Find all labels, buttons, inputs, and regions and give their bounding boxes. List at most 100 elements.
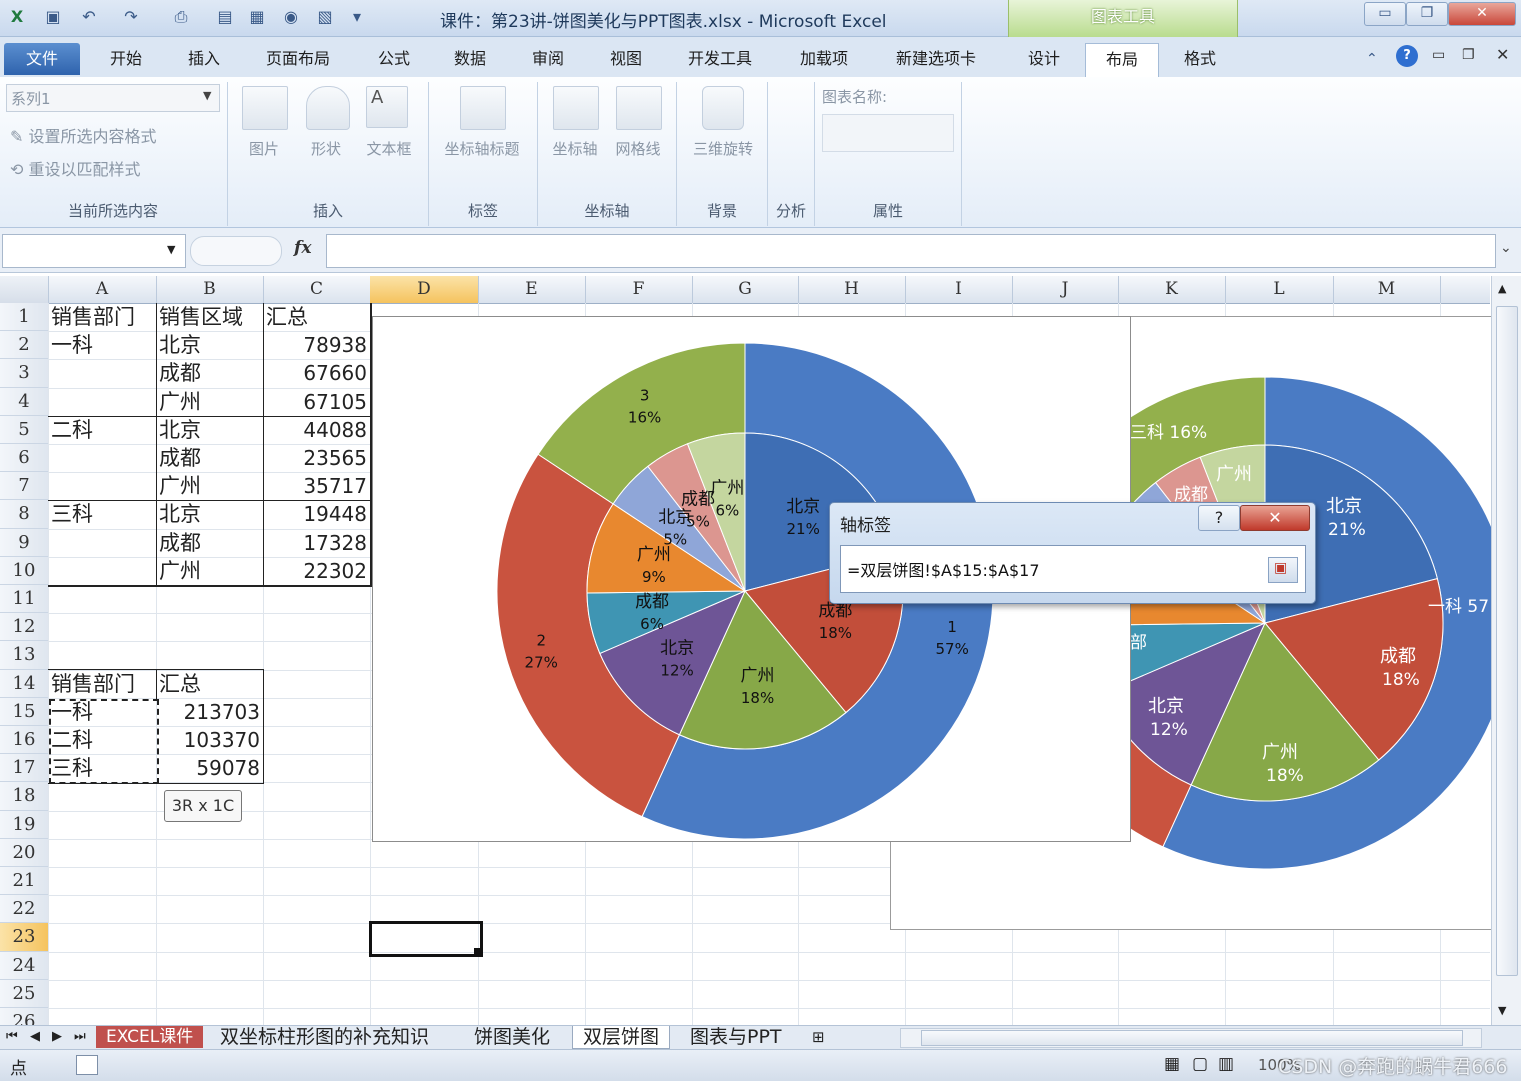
doc-minimize-icon[interactable]: ▭ xyxy=(1432,47,1445,63)
chart-name-input[interactable] xyxy=(822,114,954,152)
close-window-button[interactable]: ✕ xyxy=(1448,2,1516,26)
page-layout-view-icon[interactable]: ▢ xyxy=(1192,1054,1208,1074)
tab-new-tab[interactable]: 新建选项卡 xyxy=(884,43,988,75)
sheet-tab-chart-ppt[interactable]: 图表与PPT xyxy=(690,1026,782,1048)
maximize-button[interactable]: ❐ xyxy=(1406,2,1448,26)
row-header-5[interactable]: 5 xyxy=(0,415,48,444)
scroll-up-icon[interactable]: ▲ xyxy=(1498,282,1506,295)
row-header-21[interactable]: 21 xyxy=(0,867,48,896)
reset-style-button[interactable]: ⟲ 重设以匹配样式 xyxy=(10,156,141,180)
column-header-f[interactable]: F xyxy=(585,276,693,303)
3d-rotation-icon[interactable] xyxy=(702,86,744,130)
gridlines-icon[interactable] xyxy=(616,86,662,130)
normal-view-icon[interactable]: ▦ xyxy=(1164,1054,1180,1074)
row-header-11[interactable]: 11 xyxy=(0,585,48,614)
tab-developer[interactable]: 开发工具 xyxy=(676,43,764,75)
axes-icon[interactable] xyxy=(553,86,599,130)
fill-handle[interactable] xyxy=(474,948,480,954)
insert-sheet-icon[interactable]: ⊞ xyxy=(812,1026,825,1048)
sheet-nav-last-icon[interactable]: ⏭ xyxy=(74,1026,86,1048)
macro-record-icon[interactable] xyxy=(76,1055,98,1075)
axis-titles-icon[interactable] xyxy=(460,86,506,130)
column-header-g[interactable]: G xyxy=(692,276,799,303)
form-icon[interactable]: ▦ xyxy=(246,6,268,28)
customize-qat-icon[interactable]: ▾ xyxy=(346,6,368,28)
tab-home[interactable]: 开始 xyxy=(98,43,154,75)
row-header-15[interactable]: 15 xyxy=(0,697,48,726)
row-header-6[interactable]: 6 xyxy=(0,444,48,473)
format-selection-button[interactable]: ✎ 设置所选内容格式 xyxy=(10,123,157,147)
formula-bar-expander[interactable] xyxy=(190,236,282,266)
row-header-23[interactable]: 23 xyxy=(0,923,48,952)
vertical-scrollbar[interactable]: ▲ ▼ xyxy=(1491,276,1521,1026)
column-header-h[interactable]: H xyxy=(798,276,906,303)
collapse-dialog-icon[interactable]: ▣ xyxy=(1268,557,1298,583)
sheet-tab-pie-beautify[interactable]: 饼图美化 xyxy=(474,1026,550,1048)
scroll-down-icon[interactable]: ▼ xyxy=(1498,1004,1506,1017)
close-button[interactable]: ✕ xyxy=(1240,505,1310,531)
tab-insert[interactable]: 插入 xyxy=(176,43,232,75)
horizontal-scrollbar[interactable] xyxy=(900,1028,1482,1048)
tab-data[interactable]: 数据 xyxy=(442,43,498,75)
select-all-button[interactable] xyxy=(0,276,49,303)
column-header-j[interactable]: J xyxy=(1012,276,1119,303)
tab-addins[interactable]: 加载项 xyxy=(788,43,860,75)
sheet-tab-double-pie[interactable]: 双层饼图 xyxy=(572,1026,671,1049)
row-header-18[interactable]: 18 xyxy=(0,782,48,811)
sheet-nav-prev-icon[interactable]: ◀ xyxy=(30,1026,40,1048)
row-header-24[interactable]: 24 xyxy=(0,951,48,980)
row-header-8[interactable]: 8 xyxy=(0,500,48,529)
doc-close-icon[interactable]: ✕ xyxy=(1496,45,1509,64)
column-header-i[interactable]: I xyxy=(905,276,1013,303)
tab-file[interactable]: 文件 xyxy=(4,43,80,75)
column-header-c[interactable]: C xyxy=(263,276,371,303)
doc-restore-icon[interactable]: ❐ xyxy=(1462,47,1475,63)
print-icon[interactable]: ▤ xyxy=(214,6,236,28)
sheet-nav-next-icon[interactable]: ▶ xyxy=(52,1026,62,1048)
textbox-icon[interactable]: A xyxy=(366,86,408,128)
redo-icon[interactable]: ↷ xyxy=(120,6,142,28)
minimize-button[interactable]: ▭ xyxy=(1364,2,1406,26)
column-header-l[interactable]: L xyxy=(1225,276,1334,303)
undo-icon[interactable]: ↶ xyxy=(78,6,100,28)
table-icon[interactable]: ▧ xyxy=(314,6,336,28)
column-header-m[interactable]: M xyxy=(1333,276,1441,303)
h-scroll-thumb[interactable] xyxy=(921,1030,1463,1046)
tab-view[interactable]: 视图 xyxy=(598,43,654,75)
formula-input[interactable] xyxy=(326,234,1496,268)
row-header-14[interactable]: 14 xyxy=(0,669,48,698)
chevron-down-icon[interactable]: ▼ xyxy=(167,243,175,256)
axis-range-input[interactable]: =双层饼图!$A$15:$A$17 xyxy=(840,545,1306,593)
active-cell-d23[interactable] xyxy=(369,921,483,957)
help-icon[interactable]: ? xyxy=(1396,45,1418,67)
row-header-9[interactable]: 9 xyxy=(0,528,48,557)
expand-formula-icon[interactable]: ⌄ xyxy=(1500,240,1512,256)
column-header-k[interactable]: K xyxy=(1118,276,1226,303)
tab-layout[interactable]: 布局 xyxy=(1085,43,1159,77)
name-box[interactable]: ▼ xyxy=(2,234,186,268)
column-header-b[interactable]: B xyxy=(156,276,264,303)
row-header-13[interactable]: 13 xyxy=(0,641,48,670)
page-break-view-icon[interactable]: ▥ xyxy=(1218,1054,1234,1074)
tab-format[interactable]: 格式 xyxy=(1170,43,1230,75)
tab-formulas[interactable]: 公式 xyxy=(366,43,422,75)
row-header-17[interactable]: 17 xyxy=(0,754,48,783)
help-button[interactable]: ? xyxy=(1198,505,1240,531)
row-header-10[interactable]: 10 xyxy=(0,556,48,585)
row-header-1[interactable]: 1 xyxy=(0,303,48,332)
row-header-3[interactable]: 3 xyxy=(0,359,48,388)
group-label-analysis[interactable]: 分析 xyxy=(768,200,814,222)
picture-icon[interactable] xyxy=(242,86,288,130)
collapse-ribbon-icon[interactable]: ⌃ xyxy=(1366,51,1378,67)
row-header-19[interactable]: 19 xyxy=(0,810,48,839)
camera-icon[interactable]: ◉ xyxy=(280,6,302,28)
sheet-tab-excel-course[interactable]: EXCEL课件 xyxy=(96,1026,204,1048)
row-header-20[interactable]: 20 xyxy=(0,838,48,867)
row-header-16[interactable]: 16 xyxy=(0,726,48,755)
row-header-2[interactable]: 2 xyxy=(0,331,48,360)
row-header-4[interactable]: 4 xyxy=(0,387,48,416)
column-header-a[interactable]: A xyxy=(48,276,157,303)
column-header-d[interactable]: D xyxy=(370,276,479,303)
sheet-nav-first-icon[interactable]: ⏮ xyxy=(6,1026,18,1048)
column-header-e[interactable]: E xyxy=(478,276,586,303)
